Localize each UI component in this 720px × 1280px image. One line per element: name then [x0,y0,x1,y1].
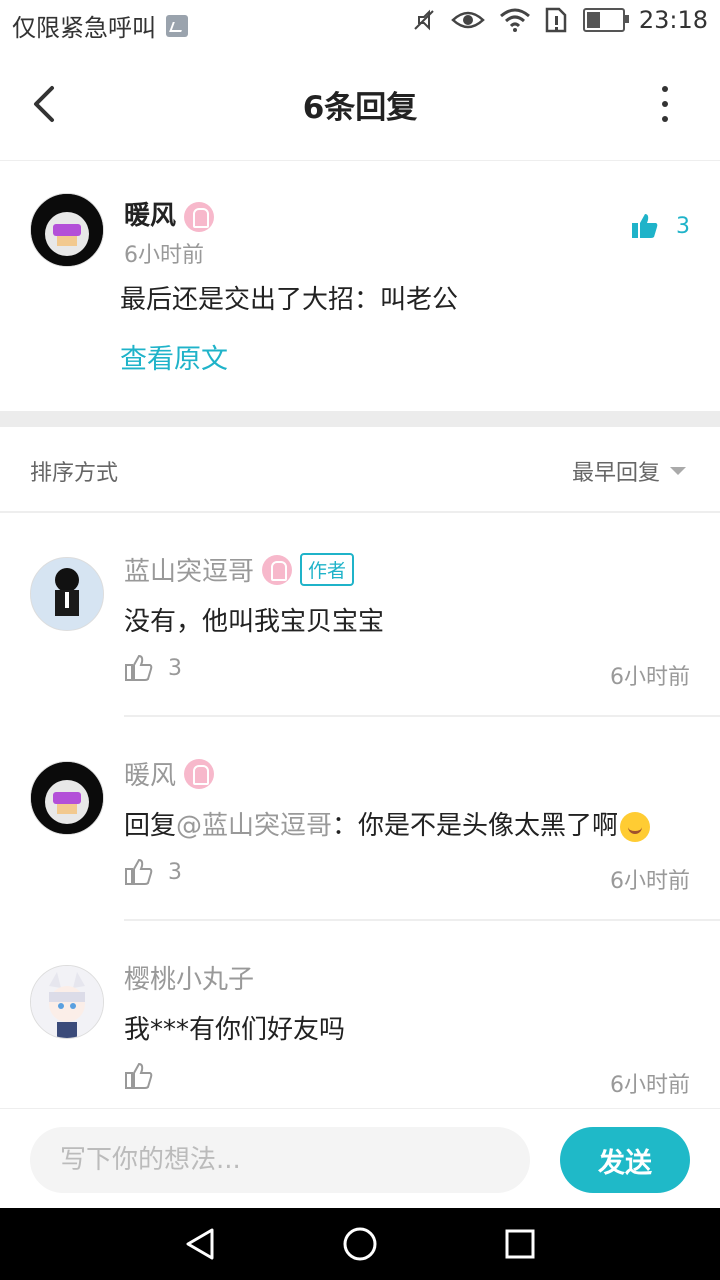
sort-label: 排序方式 [30,461,119,486]
more-dot-icon [662,116,668,122]
like-button[interactable]: 3 [124,653,182,683]
thumbs-up-icon [125,1062,153,1089]
avatar[interactable] [30,965,104,1039]
more-dot-icon [662,86,668,92]
thumbs-up-icon [125,654,153,681]
sort-dropdown[interactable]: 最早回复 [572,455,686,487]
reply-text: 没有，他叫我宝贝宝宝 [124,607,385,637]
sim-alert-icon [545,7,567,33]
section-divider [0,411,720,427]
battery-icon [582,8,629,32]
comment-input-bar: 发送 [0,1108,720,1209]
astronaut-avatar-icon [31,762,103,834]
status-bar: 仅限紧急呼叫 23:18 [0,0,720,48]
eye-icon [450,11,485,29]
level-badge-icon [184,758,215,789]
username: 暖风 [124,761,177,791]
reply-body: ：你是不是头像太黑了啊 [332,811,619,841]
thumbs-up-icon [125,858,153,885]
reply-text: 我***有你们好友吗 [124,1015,346,1045]
main-comment: 暖风 6小时前 最后还是交出了大招：叫老公 查看原文 3 [0,161,720,411]
mention-link[interactable]: @蓝山突逗哥 [176,811,332,841]
avatar[interactable] [30,761,104,835]
reply-author[interactable]: 蓝山突逗哥 作者 [124,551,355,588]
like-count: 3 [168,859,182,885]
comment-author[interactable]: 暖风 [124,195,215,232]
reply-time: 6小时前 [610,869,690,894]
astronaut-avatar-icon [31,194,103,266]
level-badge-icon [262,554,293,585]
anime-girl-avatar-icon [31,966,103,1038]
system-nav-bar [0,1208,720,1280]
clock: 23:18 [638,6,708,34]
reply-time: 6小时前 [610,1073,690,1098]
more-dot-icon [662,101,668,107]
reply-prefix: 回复 [124,811,177,841]
nav-recent-apps-icon[interactable] [504,1228,536,1260]
author-tag: 作者 [300,553,355,586]
thumbs-up-filled-icon [632,214,658,238]
gallery-notification-icon [166,14,188,37]
sort-value: 最早回复 [571,461,660,486]
header: 6条回复 [0,48,720,161]
username: 樱桃小丸子 [124,965,255,995]
mute-icon [414,9,434,31]
more-options-button[interactable] [650,86,680,122]
reply-item: 蓝山突逗哥 作者 没有，他叫我宝贝宝宝 3 6小时前 [0,513,720,717]
nav-home-icon[interactable] [342,1226,378,1262]
like-button[interactable]: 3 [630,211,690,241]
avatar[interactable] [30,557,104,631]
grinning-emoji-icon [620,811,651,842]
like-count: 3 [676,213,690,239]
comment-time: 6小时前 [124,243,204,268]
send-button[interactable]: 发送 [560,1127,690,1193]
reply-item: 暖风 回复@蓝山突逗哥：你是不是头像太黑了啊 3 6小时前 [0,717,720,921]
reply-time: 6小时前 [610,665,690,690]
caret-down-icon [670,467,686,475]
avatar[interactable] [30,193,104,267]
status-left: 仅限紧急呼叫 [12,8,188,43]
level-badge-icon [184,201,215,232]
view-original-link[interactable]: 查看原文 [120,337,228,376]
like-button[interactable]: 3 [124,857,182,887]
cartoon-person-avatar-icon [31,558,103,630]
wifi-icon [499,8,530,32]
reply-author[interactable]: 暖风 [124,755,215,792]
reply-text: 回复@蓝山突逗哥：你是不是头像太黑了啊 [124,805,651,842]
comment-text: 最后还是交出了大招：叫老公 [120,285,459,315]
comment-input[interactable] [30,1127,530,1193]
reply-author[interactable]: 樱桃小丸子 [124,959,254,996]
page-title: 6条回复 [302,90,418,126]
like-button[interactable] [124,1061,168,1091]
username: 暖风 [124,201,177,231]
sort-bar: 排序方式 最早回复 [0,427,720,513]
username: 蓝山突逗哥 [124,557,255,587]
reply-item: 樱桃小丸子 我***有你们好友吗 6小时前 [0,921,720,1125]
carrier-text: 仅限紧急呼叫 [12,14,156,42]
nav-back-icon[interactable] [182,1226,218,1262]
like-count: 3 [168,655,182,681]
status-right: 23:18 [411,6,708,34]
